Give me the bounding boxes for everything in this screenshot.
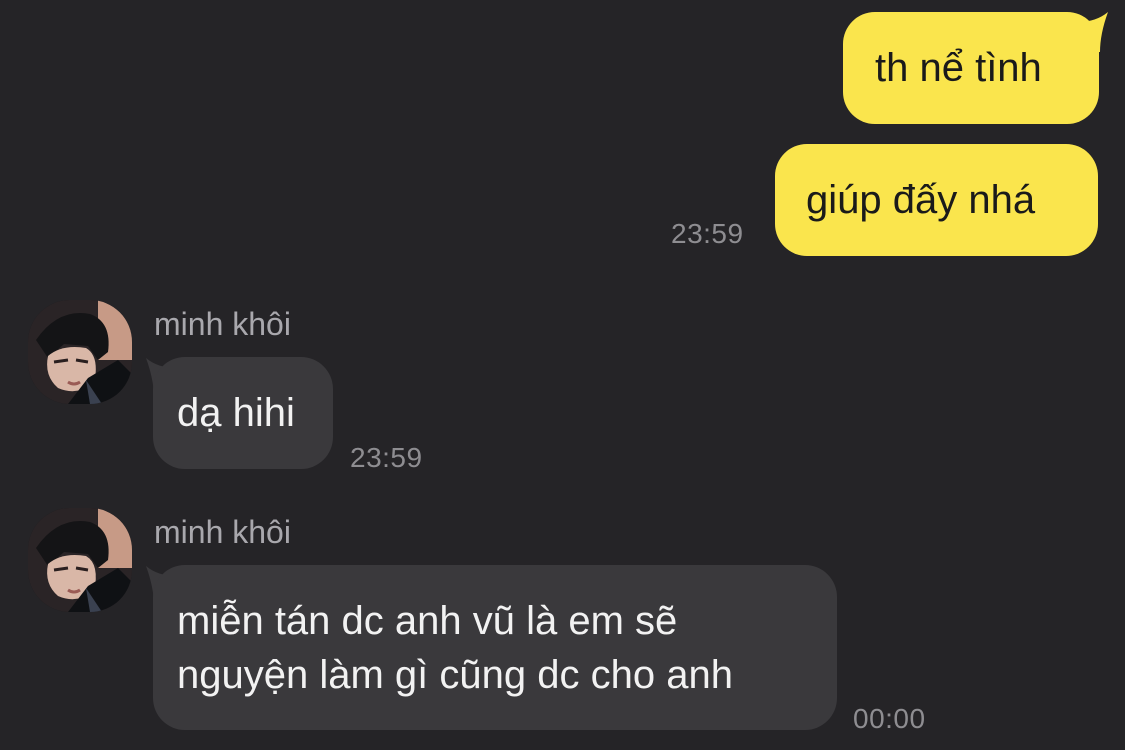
message-text: dạ hihi bbox=[177, 391, 295, 435]
profile-photo-icon bbox=[28, 300, 132, 404]
avatar[interactable] bbox=[28, 300, 132, 404]
message-text-line: miễn tán dc anh vũ là em sẽ bbox=[177, 599, 678, 643]
chat-view: th nể tình giúp đấy nhá 23:59 minh khôi … bbox=[0, 0, 1125, 750]
profile-photo-icon bbox=[28, 508, 132, 612]
sender-name: minh khôi bbox=[154, 306, 291, 342]
message-text-line: nguyện làm gì cũng dc cho anh bbox=[177, 653, 733, 697]
message-timestamp: 00:00 bbox=[853, 703, 926, 734]
message-timestamp: 23:59 bbox=[671, 218, 744, 249]
message-text: giúp đấy nhá bbox=[806, 178, 1036, 222]
avatar[interactable] bbox=[28, 508, 132, 612]
outgoing-message[interactable]: giúp đấy nhá bbox=[775, 144, 1098, 256]
incoming-message[interactable]: miễn tán dc anh vũ là em sẽ nguyện làm g… bbox=[153, 565, 837, 730]
sender-name: minh khôi bbox=[154, 514, 291, 550]
incoming-message[interactable]: dạ hihi bbox=[153, 357, 333, 469]
message-timestamp: 23:59 bbox=[350, 442, 423, 473]
outgoing-message[interactable]: th nể tình bbox=[843, 12, 1099, 124]
message-text: th nể tình bbox=[875, 46, 1042, 90]
